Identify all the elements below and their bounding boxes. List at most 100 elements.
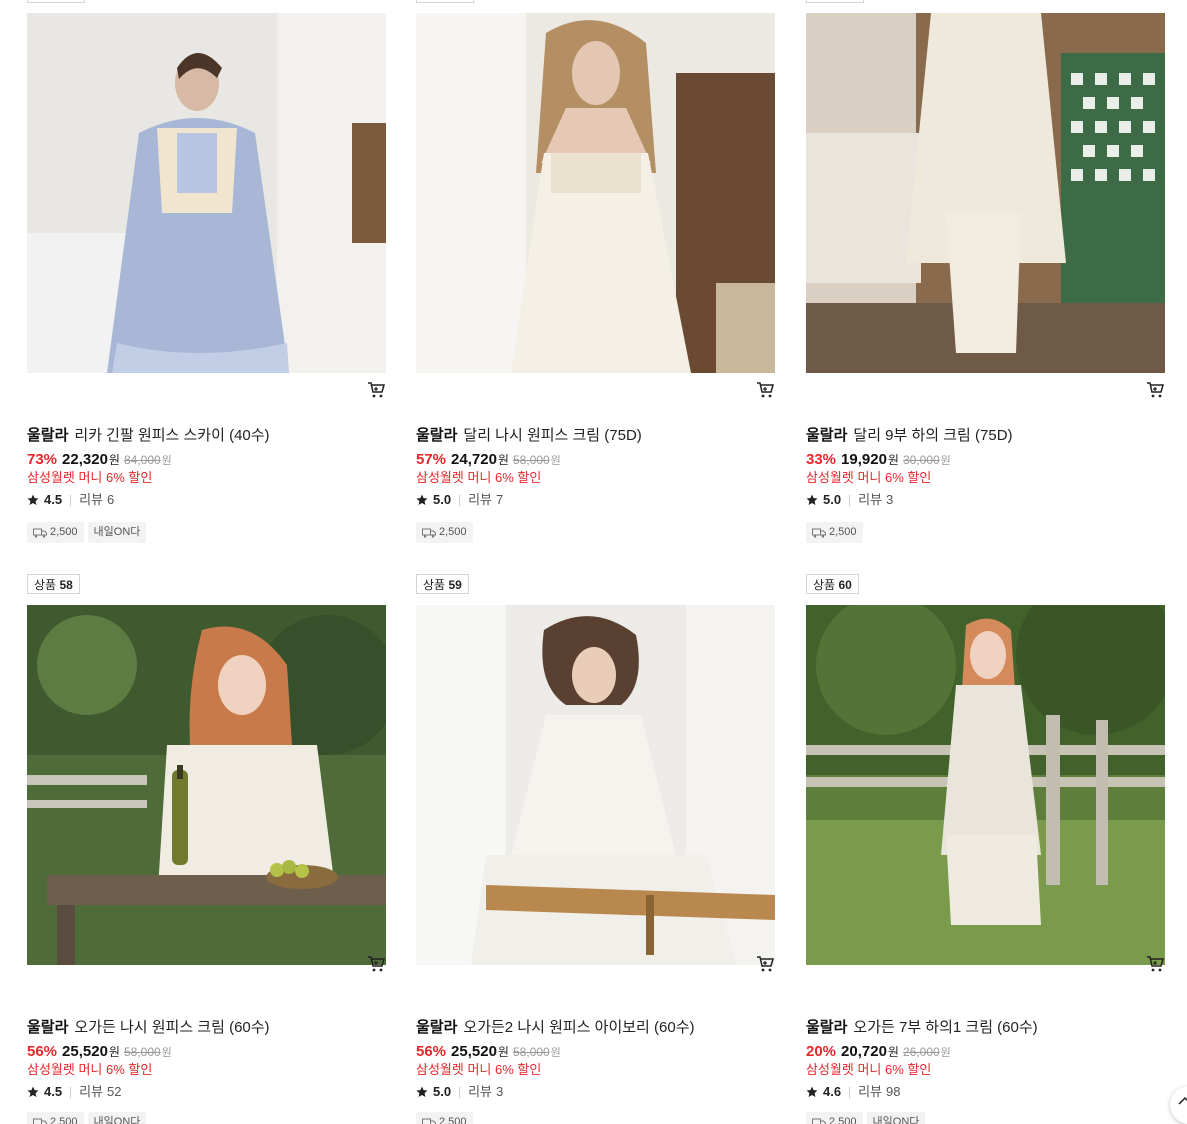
scroll-top-button[interactable] [1170,1086,1187,1124]
product-title[interactable]: 울랄라 오가든 나시 원피스 크림 (60수) [27,1018,387,1038]
brand-name: 울랄라 [27,427,69,444]
original-price: 58,000 [512,453,550,467]
review-label: 리뷰 [79,1084,103,1099]
cart-button[interactable] [367,955,385,973]
truck-icon [812,528,826,538]
discount-rate: 33% [806,451,837,468]
shipping-tag: 2,500 [27,522,84,543]
sale-price: 24,720 [451,451,497,468]
price-row: 33% 19,920원 30,000원 [806,451,951,470]
product-image[interactable] [806,605,1165,965]
cart-button[interactable] [756,381,774,399]
tags-row: 2,500 [416,1112,473,1124]
shipping-fee: 2,500 [50,526,78,538]
shipping-tag: 2,500 [806,1112,863,1124]
benefit-text: 삼성월렛 머니 6% 할인 [806,470,932,485]
star-icon [806,1086,818,1097]
rating-row: 5.0 리뷰 3 [806,492,893,508]
cart-icon [368,382,385,398]
review-label: 리뷰 [468,1084,492,1099]
truck-icon [422,528,436,538]
cart-button[interactable] [1146,381,1164,399]
sale-price: 20,720 [841,1043,887,1060]
product-image[interactable] [416,13,775,373]
shipping-tag: 2,500 [27,1112,84,1124]
product-image[interactable] [806,13,1165,373]
truck-icon [422,1118,436,1124]
product-photo [27,605,386,965]
product-image[interactable] [416,605,775,965]
divider [459,494,461,506]
original-price: 30,000 [902,453,940,467]
delivery-tag: 내일ON다 [866,1112,926,1124]
rank-badge [27,0,85,3]
shipping-fee: 2,500 [439,1116,467,1124]
rank-label: 상품 [34,578,57,592]
rating-value: 4.5 [44,1084,63,1099]
discount-rate: 57% [416,451,447,468]
product-name: 리카 긴팔 원피스 스카이 (40수) [74,427,270,444]
truck-icon [33,528,47,538]
brand-name: 울랄라 [27,1019,69,1036]
discount-rate: 56% [27,1043,58,1060]
product-title[interactable]: 울랄라 달리 나시 원피스 크림 (75D) [416,426,776,446]
rating-value: 5.0 [433,1084,452,1099]
benefit-text: 삼성월렛 머니 6% 할인 [416,1062,542,1077]
divider [70,1086,72,1098]
cart-button[interactable] [756,955,774,973]
rating-value: 5.0 [823,492,842,507]
product-title[interactable]: 울랄라 오가든2 나시 원피스 아이보리 (60수) [416,1018,776,1038]
benefit-text: 삼성월렛 머니 6% 할인 [27,1062,153,1077]
product-photo [416,13,775,373]
product-grid: 울랄라 리카 긴팔 원피스 스카이 (40수) 73% 22,320원 84,000원… [0,0,1187,1124]
price-row: 57% 24,720원 58,000원 [416,451,561,470]
rating-row: 4.5 리뷰 52 [27,1084,121,1100]
review-count: 3 [496,1084,504,1099]
discount-rate: 20% [806,1043,837,1060]
original-currency: 원 [940,1047,951,1059]
rank-number: 60 [838,578,852,592]
original-price: 26,000 [902,1045,940,1059]
shipping-fee: 2,500 [50,1116,78,1124]
rating-value: 4.5 [44,492,63,507]
price-row: 20% 20,720원 26,000원 [806,1043,951,1062]
product-title[interactable]: 울랄라 리카 긴팔 원피스 스카이 (40수) [27,426,387,446]
cart-button[interactable] [1146,955,1164,973]
discount-rate: 73% [27,451,58,468]
original-currency: 원 [550,1047,561,1059]
truck-icon [812,1118,826,1124]
star-icon [416,494,428,505]
rating-row: 5.0 리뷰 3 [416,1084,503,1100]
cart-button[interactable] [367,381,385,399]
benefit-text: 삼성월렛 머니 6% 할인 [27,470,153,485]
rank-label: 상품 [813,578,836,592]
product-name: 달리 나시 원피스 크림 (75D) [463,427,642,444]
product-photo [27,13,386,373]
product-image[interactable] [27,605,386,965]
currency: 원 [887,1045,899,1059]
shipping-fee: 2,500 [439,526,467,538]
star-icon [27,494,39,505]
benefit-text: 삼성월렛 머니 6% 할인 [806,1062,932,1077]
truck-icon [33,1118,47,1124]
price-row: 56% 25,520원 58,000원 [416,1043,561,1062]
sale-price: 25,520 [451,1043,497,1060]
currency: 원 [887,453,899,467]
currency: 원 [497,453,509,467]
review-label: 리뷰 [468,492,492,507]
star-icon [416,1086,428,1097]
brand-name: 울랄라 [416,427,458,444]
rating-row: 4.5 리뷰 6 [27,492,114,508]
product-image[interactable] [27,13,386,373]
product-name: 달리 9부 하의 크림 (75D) [853,427,1013,444]
product-title[interactable]: 울랄라 오가든 7부 하의1 크림 (60수) [806,1018,1166,1038]
price-row: 56% 25,520원 58,000원 [27,1043,172,1062]
cart-icon [1147,956,1164,972]
shipping-fee: 2,500 [829,1116,857,1124]
rank-label: 상품 [423,578,446,592]
original-price: 84,000 [123,453,161,467]
product-photo [806,13,1165,373]
product-name: 오가든 7부 하의1 크림 (60수) [853,1019,1038,1036]
review-count: 52 [107,1084,122,1099]
product-title[interactable]: 울랄라 달리 9부 하의 크림 (75D) [806,426,1166,446]
